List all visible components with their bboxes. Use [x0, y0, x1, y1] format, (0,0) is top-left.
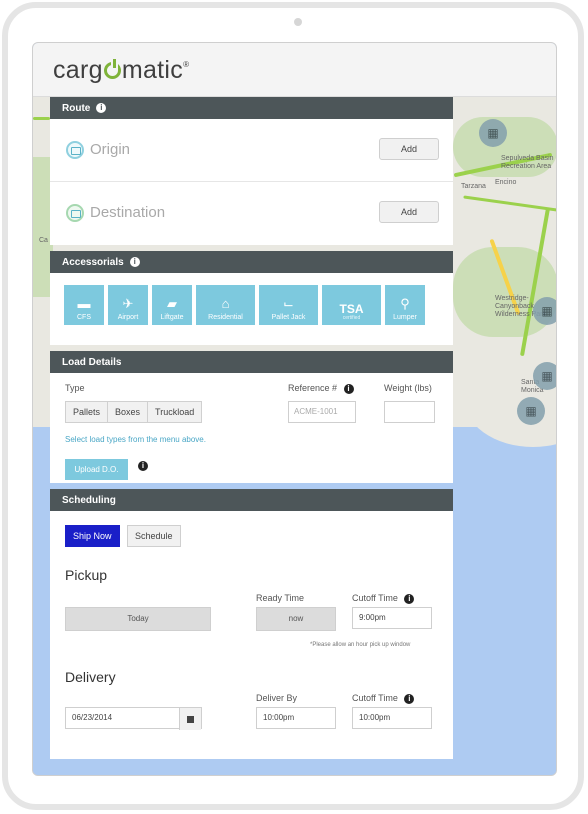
- shipment-form-panel: Route i Origin Add Destination Add Acces…: [50, 97, 453, 759]
- type-label: Type: [65, 383, 85, 393]
- truck-icon: ▰: [167, 296, 177, 311]
- origin-pin-icon: [66, 141, 84, 159]
- accessorial-pallet-jack[interactable]: ⌙ Pallet Jack: [259, 285, 318, 325]
- info-icon[interactable]: i: [404, 694, 415, 704]
- pickup-window-note: *Please allow an hour pick up window: [310, 642, 411, 648]
- section-title: Load Details: [62, 356, 122, 368]
- add-origin-button[interactable]: Add: [379, 138, 439, 160]
- app-screen: carg matic® Tarzana Encino Sepulveda Basi…: [32, 42, 557, 776]
- schedule-button[interactable]: Schedule: [127, 525, 181, 547]
- ship-now-button[interactable]: Ship Now: [65, 525, 120, 547]
- house-icon: ⌂: [221, 296, 230, 311]
- origin-row[interactable]: Origin Add: [50, 119, 453, 182]
- weight-input[interactable]: [384, 401, 435, 423]
- truck-marker-icon[interactable]: ▦: [517, 397, 545, 425]
- delivery-title: Delivery: [65, 669, 116, 685]
- load-details-section-header: Load Details: [50, 351, 453, 373]
- reference-label: Reference # i: [288, 383, 354, 394]
- app-header: carg matic®: [33, 43, 556, 97]
- scheduling-section-header: Scheduling: [50, 489, 453, 511]
- load-type-hint: Select load types from the menu above.: [65, 435, 206, 444]
- accessorial-airport[interactable]: ✈ Airport: [108, 285, 148, 325]
- load-type-selector: Pallets Boxes Truckload: [65, 401, 203, 423]
- delivery-date-input[interactable]: 06/23/2014: [65, 707, 202, 730]
- dolly-icon: ⚲: [400, 296, 410, 311]
- accessorial-cfs[interactable]: ▬ CFS: [64, 285, 104, 325]
- ready-time-label: Ready Time: [256, 593, 305, 603]
- info-icon[interactable]: i: [96, 103, 107, 113]
- truck-marker-icon[interactable]: ▦: [533, 362, 556, 390]
- cfs-icon: ▬: [77, 296, 91, 311]
- section-title: Scheduling: [62, 494, 116, 506]
- load-details-section: Type Pallets Boxes Truckload Reference #…: [50, 373, 453, 483]
- info-icon[interactable]: i: [404, 594, 415, 604]
- add-destination-button[interactable]: Add: [379, 201, 439, 223]
- upload-do-button[interactable]: Upload D.O.: [65, 459, 128, 480]
- info-icon[interactable]: i: [129, 257, 140, 267]
- deliver-by-label: Deliver By: [256, 693, 298, 703]
- cargomatic-logo[interactable]: carg matic®: [53, 56, 189, 85]
- truck-marker-icon[interactable]: ▦: [479, 119, 507, 147]
- map-label: Encino: [495, 179, 517, 186]
- accessorials-section-header: Accessorials i: [50, 251, 453, 273]
- delivery-cutoff-input[interactable]: 10:00pm: [352, 707, 432, 729]
- map-label: Sepulveda Basin Recreation Area: [501, 155, 554, 170]
- info-icon[interactable]: i: [138, 461, 148, 471]
- pickup-cutoff-label: Cutoff Time i: [352, 593, 415, 604]
- delivery-cutoff-label: Cutoff Time i: [352, 693, 415, 704]
- deliver-by-input[interactable]: 10:00pm: [256, 707, 336, 729]
- accessorial-tsa[interactable]: TSA certified: [322, 285, 381, 325]
- section-title: Accessorials: [62, 256, 124, 268]
- scheduling-section: Ship Now Schedule Pickup Ready Time Cuto…: [50, 511, 453, 759]
- truck-marker-icon[interactable]: ▦: [533, 297, 556, 325]
- section-title: Route: [62, 102, 91, 114]
- weight-label: Weight (lbs): [384, 383, 432, 393]
- info-icon[interactable]: i: [343, 384, 354, 394]
- route-section-header: Route i: [50, 97, 453, 119]
- map-label: Ca: [39, 237, 48, 244]
- accessorial-residential[interactable]: ⌂ Residential: [196, 285, 255, 325]
- origin-label: Origin: [90, 141, 131, 158]
- route-section: Origin Add Destination Add: [50, 119, 453, 245]
- reference-input[interactable]: ACME-1001: [288, 401, 356, 423]
- pickup-title: Pickup: [65, 567, 108, 583]
- load-type-pallets[interactable]: Pallets: [65, 401, 109, 423]
- logo-power-icon: [103, 59, 121, 79]
- load-type-truckload[interactable]: Truckload: [147, 401, 203, 423]
- accessorial-lumper[interactable]: ⚲ Lumper: [385, 285, 425, 325]
- accessorials-section: ▬ CFS ✈ Airport ▰ Liftgate ⌂ Residential…: [50, 273, 453, 345]
- destination-row[interactable]: Destination Add: [50, 182, 453, 245]
- map-road: [33, 117, 50, 120]
- load-type-boxes[interactable]: Boxes: [107, 401, 149, 423]
- camera-dot: [294, 18, 302, 26]
- pickup-date-button[interactable]: Today: [65, 607, 211, 631]
- destination-pin-icon: [66, 204, 84, 222]
- tsa-icon: TSA: [339, 302, 364, 316]
- pickup-cutoff-input[interactable]: 9:00pm: [352, 607, 432, 629]
- destination-label: Destination: [90, 204, 166, 221]
- airplane-icon: ✈: [122, 296, 134, 311]
- accessorial-liftgate[interactable]: ▰ Liftgate: [152, 285, 192, 325]
- pallet-jack-icon: ⌙: [283, 296, 294, 311]
- ready-time-button[interactable]: now: [256, 607, 336, 631]
- map-label: Tarzana: [461, 183, 486, 190]
- calendar-icon[interactable]: [179, 708, 201, 730]
